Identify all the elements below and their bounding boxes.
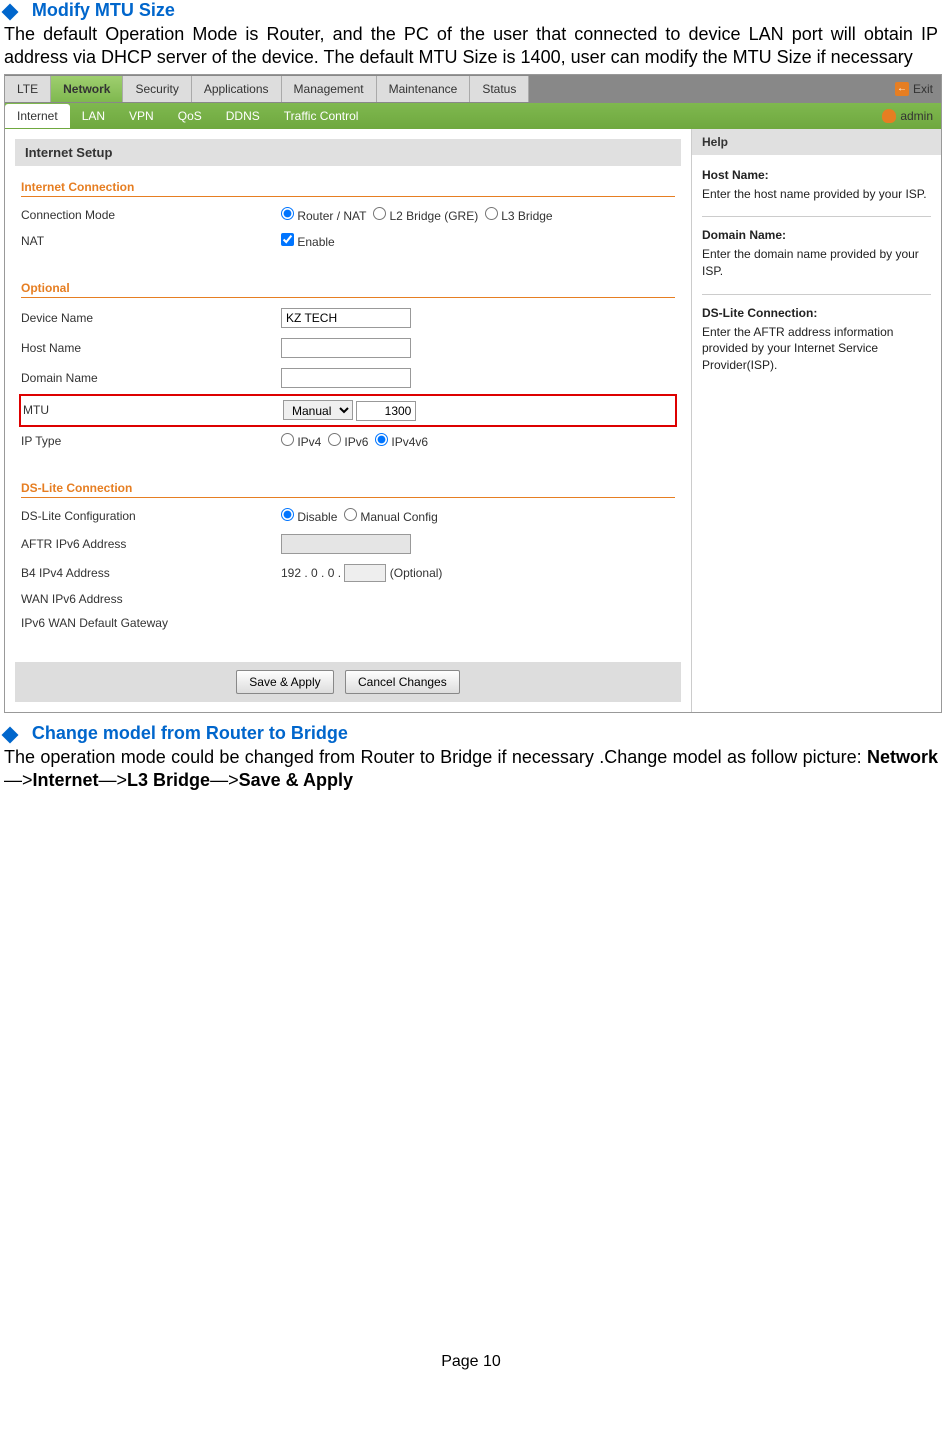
page-number: Page 10 [4,1353,938,1371]
button-bar: Save & Apply Cancel Changes [15,662,681,702]
b4-prefix: 192 . 0 . 0 . [281,566,341,580]
sub-tab-bar: Internet LAN VPN QoS DDNS Traffic Contro… [5,103,941,129]
heading-modify-mtu: Modify MTU Size [32,0,175,20]
tab-network[interactable]: Network [51,76,123,102]
help-dslite-title: DS-Lite Connection: [702,305,931,322]
label-mtu: MTU [23,403,283,417]
tab-status[interactable]: Status [470,76,529,102]
subtab-vpn[interactable]: VPN [117,104,166,128]
label-host-name: Host Name [21,341,281,355]
section-title: Internet Setup [15,139,681,166]
tab-management[interactable]: Management [282,76,377,102]
label-ip-type: IP Type [21,434,281,448]
legend-dslite: DS-Lite Connection [21,481,675,498]
subtab-traffic-control[interactable]: Traffic Control [272,104,371,128]
radio-ipv4v6[interactable]: IPv4v6 [375,435,428,449]
legend-internet-connection: Internet Connection [21,180,675,197]
tab-lte[interactable]: LTE [5,76,51,102]
cancel-changes-button[interactable]: Cancel Changes [345,670,460,694]
b4-optional: (Optional) [390,566,443,580]
save-apply-button[interactable]: Save & Apply [236,670,333,694]
exit-icon: ← [895,82,909,96]
exit-button[interactable]: ← Exit [895,82,933,96]
user-icon [882,109,896,123]
label-device-name: Device Name [21,311,281,325]
fieldset-dslite: DS-Lite Connection DS-Lite Configuration… [21,481,675,640]
top-tab-bar: LTE Network Security Applications Manage… [5,75,941,103]
input-aftr [281,534,411,554]
paragraph-mtu: The default Operation Mode is Router, an… [4,23,938,70]
bullet-diamond-icon [2,727,19,744]
subtab-qos[interactable]: QoS [166,104,214,128]
tab-applications[interactable]: Applications [192,76,282,102]
label-nat: NAT [21,234,281,248]
help-host-name-title: Host Name: [702,167,931,184]
label-wan-ipv6: WAN IPv6 Address [21,592,281,606]
label-b4: B4 IPv4 Address [21,566,281,580]
subtab-lan[interactable]: LAN [70,104,117,128]
paragraph-change-model: The operation mode could be changed from… [4,746,938,793]
help-host-name-desc: Enter the host name provided by your ISP… [702,187,927,201]
bullet-diamond-icon [2,4,19,21]
fieldset-internet-connection: Internet Connection Connection Mode Rout… [21,180,675,259]
radio-dslite-disable[interactable]: Disable [281,510,337,524]
help-dslite-desc: Enter the AFTR address information provi… [702,325,893,373]
radio-router-nat[interactable]: Router / NAT [281,209,366,223]
tab-security[interactable]: Security [123,76,191,102]
label-connection-mode: Connection Mode [21,208,281,222]
radio-l3-bridge[interactable]: L3 Bridge [485,209,553,223]
tab-maintenance[interactable]: Maintenance [377,76,471,102]
heading-change-model: Change model from Router to Bridge [32,723,348,743]
label-domain-name: Domain Name [21,371,281,385]
help-panel: Help Host Name: Enter the host name prov… [691,129,941,712]
help-title: Help [692,129,941,155]
label-dslite-config: DS-Lite Configuration [21,509,281,523]
admin-label: admin [900,109,933,123]
radio-ipv6[interactable]: IPv6 [328,435,368,449]
input-b4-octet[interactable] [344,564,386,582]
input-mtu-value[interactable] [356,401,416,421]
subtab-ddns[interactable]: DDNS [214,104,272,128]
help-domain-name-title: Domain Name: [702,227,931,244]
label-ipv6-gateway: IPv6 WAN Default Gateway [21,616,281,630]
checkbox-nat-enable[interactable]: Enable [281,235,335,249]
radio-dslite-manual[interactable]: Manual Config [344,510,438,524]
select-mtu-mode[interactable]: Manual [283,400,353,420]
label-aftr: AFTR IPv6 Address [21,537,281,551]
main-panel: Internet Setup Internet Connection Conne… [5,129,691,712]
radio-ipv4[interactable]: IPv4 [281,435,321,449]
legend-optional: Optional [21,281,675,298]
router-ui-screenshot: LTE Network Security Applications Manage… [4,74,942,713]
input-domain-name[interactable] [281,368,411,388]
subtab-internet[interactable]: Internet [5,104,70,128]
help-domain-name-desc: Enter the domain name provided by your I… [702,247,919,278]
exit-label: Exit [913,82,933,96]
radio-l2-bridge[interactable]: L2 Bridge (GRE) [373,209,478,223]
input-host-name[interactable] [281,338,411,358]
input-device-name[interactable] [281,308,411,328]
admin-badge: admin [882,109,933,123]
fieldset-optional: Optional Device Name Host Name Domain Na… [21,281,675,459]
